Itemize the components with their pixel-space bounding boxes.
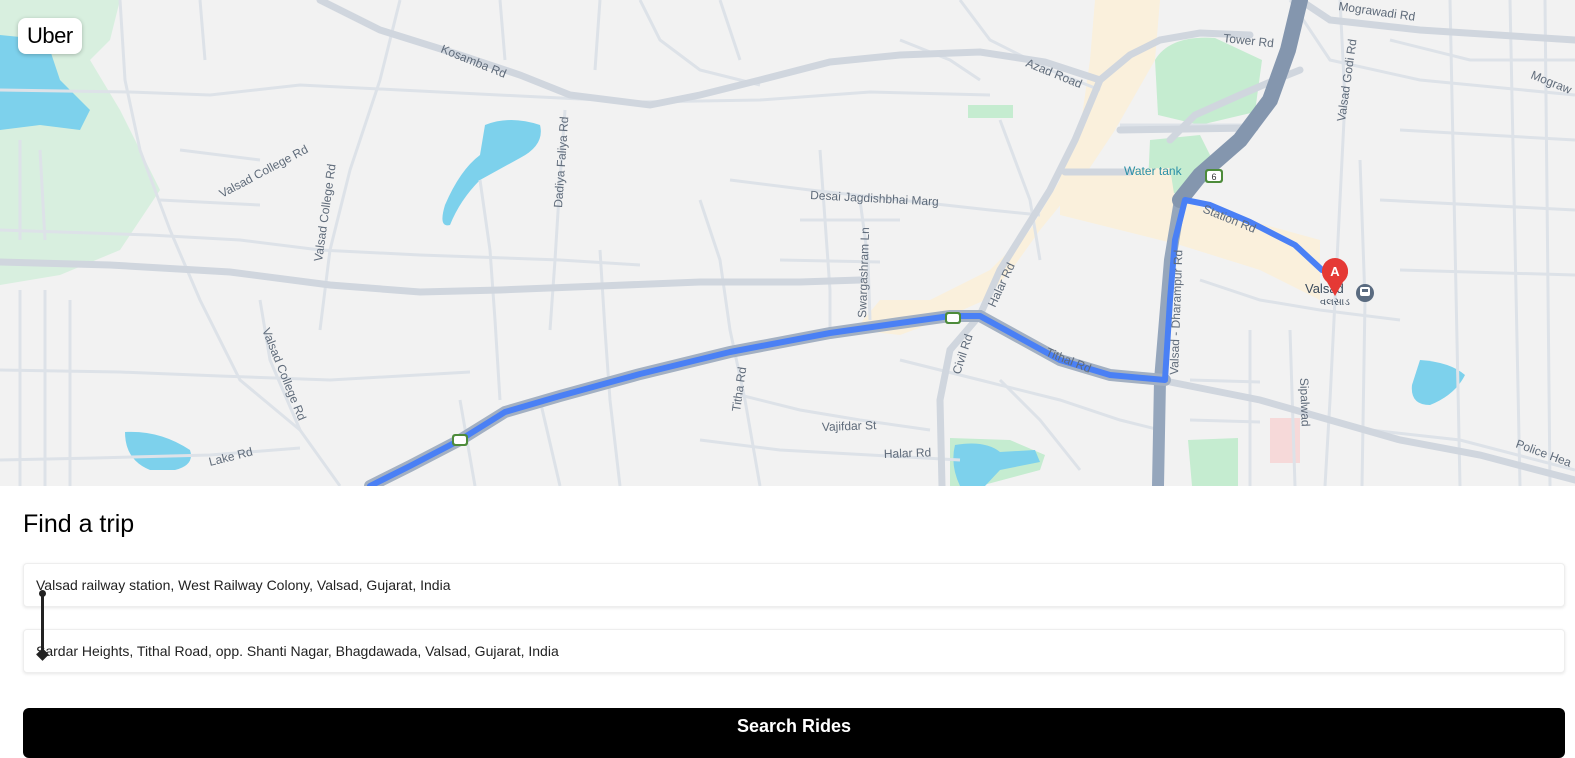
map-canvas[interactable]: 6 Kosamba Rd Valsad College Rd Valsad Co…: [0, 0, 1575, 486]
street-label-godi: Valsad Godi Rd: [1334, 38, 1359, 122]
street-label-dharampur: Valsad - Dharampur Rd: [1167, 250, 1185, 376]
highway-shield: [945, 312, 961, 324]
street-label-tithal: Tithal Rd: [1044, 345, 1093, 376]
street-label-dadiya-faliya: Dadiya Faliya Rd: [551, 116, 571, 208]
street-label-lake: Lake Rd: [207, 445, 254, 469]
pickup-input[interactable]: [24, 564, 1564, 606]
water-body: [125, 431, 191, 470]
street-label-azad: Azad Road: [1024, 56, 1084, 91]
street-label-valsad-college: Valsad College Rd: [259, 326, 309, 423]
uber-logo[interactable]: Uber: [18, 18, 82, 54]
street-label-valsad-college: Valsad College Rd: [217, 142, 311, 201]
street-label-halar: Halar Rd: [884, 445, 932, 461]
map[interactable]: 6 Kosamba Rd Valsad College Rd Valsad Co…: [0, 0, 1575, 486]
street-label-kosamba: Kosamba Rd: [439, 42, 509, 81]
street-label-desai: Desai Jagdishbhai Marg: [810, 188, 939, 209]
connector-line: [41, 593, 44, 655]
page-title: Find a trip: [23, 510, 135, 538]
place-label-valsad-gujarati: વલસાડ: [1320, 297, 1350, 308]
route-connector-icon: [36, 590, 49, 661]
highway-shield: [452, 434, 468, 446]
water-body: [442, 120, 541, 226]
highway-shield: 6: [1205, 169, 1223, 183]
train-station-icon: [1356, 284, 1374, 302]
place-label-water-tank: Water tank: [1124, 164, 1183, 178]
street-label-civil: Civil Rd: [950, 332, 976, 376]
street-label-valsad-college: Valsad College Rd: [311, 163, 339, 263]
pickup-field[interactable]: [23, 563, 1565, 607]
dropoff-field[interactable]: [23, 629, 1565, 673]
pickup-marker-label: A: [1330, 264, 1340, 279]
street-label-sipalwad: Sipalwad: [1297, 378, 1313, 427]
street-label-vajifdar: Vajifdar St: [822, 418, 878, 434]
trip-panel: Find a trip Search Rides: [0, 486, 1575, 758]
highway-shield-number: 6: [1211, 172, 1216, 182]
dropoff-input[interactable]: [24, 630, 1564, 672]
park-area: [1188, 438, 1238, 486]
search-rides-button[interactable]: Search Rides: [23, 708, 1565, 758]
park-area: [968, 105, 1013, 118]
